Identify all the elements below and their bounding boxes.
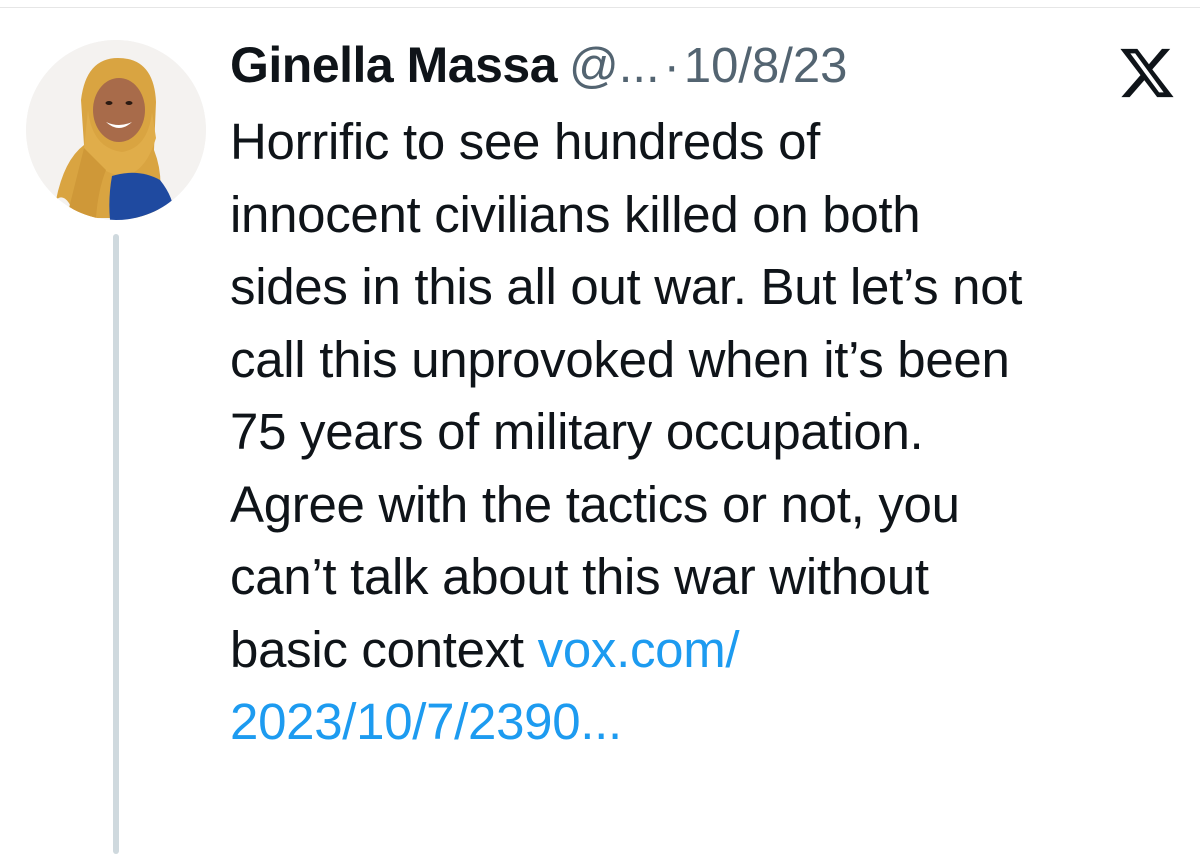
tweet-text-line: call this unprovoked when it’s been [230,330,1010,388]
tweet-text-line: Horrific to see hundreds of [230,113,821,170]
tweet-date[interactable]: 10/8/23 [684,38,848,94]
x-logo-icon [1120,48,1174,98]
avatar[interactable] [26,40,206,220]
tweet-link-part1[interactable]: vox.com/ [538,621,740,678]
tweet[interactable]: Ginella Massa @... · 10/8/23 Horrific to… [230,36,1180,759]
tweet-link-part2[interactable]: 2023/10/7/2390... [230,693,622,750]
author-handle[interactable]: @... [569,38,660,94]
tweet-text-line: innocent civilians killed on both [230,185,921,243]
tweet-text-line: 75 years of military occupation. [230,403,924,460]
thread-connector-line [113,234,119,854]
tweet-text-fragment: basic context [230,620,538,678]
author-display-name[interactable]: Ginella Massa [230,36,558,94]
tweet-text-line: Agree with the tactics or not, you [230,475,960,533]
tweet-header: Ginella Massa @... · 10/8/23 [230,36,1180,102]
tweet-text: Horrific to see hundreds of innocent civ… [230,106,1180,759]
tweet-link-line: 2023/10/7/2390... [230,686,1180,759]
tweet-text-line: can’t talk about this war without [230,548,929,605]
profile-photo [26,40,206,220]
tweet-text-last-line: basic context vox.com/ [230,614,1180,687]
separator-dot: · [663,39,680,93]
top-divider [0,7,1200,8]
tweet-text-line: sides in this all out war. But let’s not [230,258,1023,315]
